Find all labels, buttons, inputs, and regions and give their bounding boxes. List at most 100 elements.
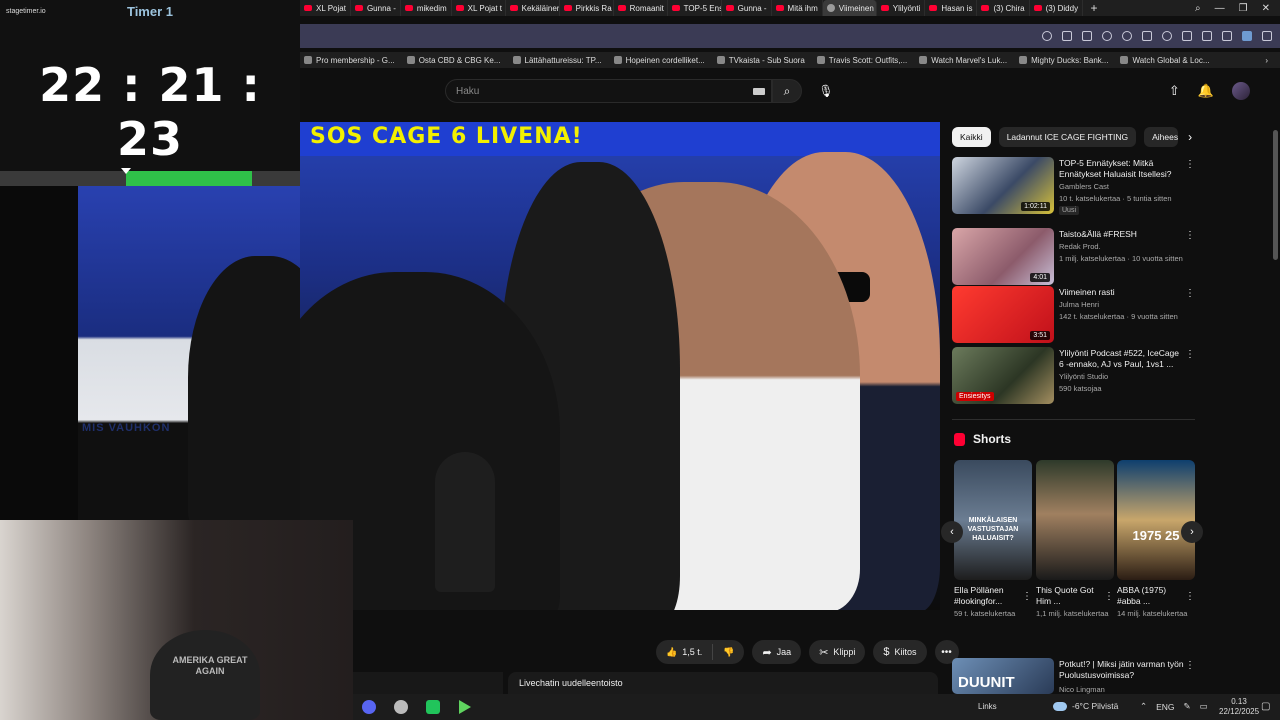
- bookmark-item[interactable]: Pro membership - G...: [304, 56, 395, 65]
- bookmark-item[interactable]: TVkaista - Sub Suora: [716, 56, 805, 65]
- heart-icon[interactable]: [1162, 31, 1172, 41]
- play-icon[interactable]: [1142, 31, 1152, 41]
- more-bookmarks-icon[interactable]: ›: [1265, 56, 1280, 65]
- more-options-icon[interactable]: ⋮: [1185, 660, 1195, 671]
- more-options-icon[interactable]: ⋮: [1185, 591, 1195, 602]
- pen-icon[interactable]: ✎: [1184, 701, 1191, 712]
- keyboard-icon[interactable]: [753, 88, 765, 95]
- bookmark-label: Travis Scott: Outfits,...: [828, 55, 908, 65]
- share-button[interactable]: ➦ Jaa: [752, 640, 802, 664]
- new-tab-button[interactable]: +: [1083, 1, 1105, 15]
- language-indicator[interactable]: ENG: [1156, 702, 1174, 712]
- chevron-right-icon[interactable]: ›: [1188, 130, 1192, 144]
- bookmark-item[interactable]: Watch Marvel's Luk...: [919, 56, 1007, 65]
- browser-tab[interactable]: TOP-5 Ens: [668, 0, 722, 16]
- menu-icon[interactable]: [1202, 31, 1212, 41]
- links-toolbar[interactable]: Links: [978, 702, 997, 711]
- browser-tab[interactable]: Ylilyönti: [877, 0, 926, 16]
- weather-widget[interactable]: -6°C Pilvistä: [1053, 701, 1118, 711]
- chevron-up-icon[interactable]: ⌃: [1140, 701, 1147, 712]
- taskbar-app-green[interactable]: [417, 694, 449, 720]
- video-duration: 1:02:11: [1021, 202, 1050, 211]
- search-tabs-icon[interactable]: ⌕: [1195, 3, 1201, 14]
- screenshot-icon[interactable]: [1062, 31, 1072, 41]
- notification-icon[interactable]: ▢: [1261, 701, 1270, 712]
- cap-text: AMERIKA GREAT AGAIN: [172, 655, 248, 676]
- browser-tab[interactable]: Pirkkis Ra: [560, 0, 614, 16]
- browser-tab[interactable]: XL Pojat: [300, 0, 351, 16]
- more-options-icon[interactable]: ⋮: [1022, 591, 1032, 602]
- scrollbar-thumb[interactable]: [1273, 130, 1278, 260]
- video-title: TOP-5 Ennätykset: Mitkä Ennätykset Halua…: [1059, 158, 1172, 179]
- taskbar-app-discord[interactable]: [353, 694, 385, 720]
- filter-chip[interactable]: Ladannut ICE CAGE FIGHTING: [998, 127, 1137, 147]
- voice-search-button[interactable]: 🎙: [814, 79, 838, 103]
- browser-tab[interactable]: Kekäläinen: [506, 0, 560, 16]
- filter-chip[interactable]: Kaikki: [952, 127, 991, 147]
- youtube-icon: [880, 5, 889, 11]
- close-icon[interactable]: ✕: [1262, 3, 1270, 14]
- recommendation-item[interactable]: 4:01 Taisto&Ällä #FRESH Redak Prod. 1 milj.…: [952, 228, 1202, 286]
- more-options-icon[interactable]: ⋮: [1185, 159, 1195, 170]
- window-controls: ⌕ — ❐ ✕: [1195, 3, 1280, 14]
- browser-tab[interactable]: Gunna -: [351, 0, 401, 16]
- account-icon[interactable]: [1222, 31, 1232, 41]
- bell-icon[interactable]: 🔔: [1198, 83, 1214, 99]
- minimize-icon[interactable]: —: [1215, 3, 1225, 14]
- bookmark-item[interactable]: Lättähattureissu: TP...: [512, 56, 602, 65]
- shield-icon[interactable]: [1102, 31, 1112, 41]
- sidebar-icon[interactable]: [1262, 31, 1272, 41]
- like-button[interactable]: 👍 1,5 t.: [656, 640, 712, 664]
- more-options-icon[interactable]: ⋮: [1185, 349, 1195, 360]
- search-page-icon[interactable]: [1042, 31, 1052, 41]
- home-icon[interactable]: [1082, 31, 1092, 41]
- bookmark-item[interactable]: Mighty Ducks: Bank...: [1019, 56, 1108, 65]
- extension-icon[interactable]: [1242, 31, 1252, 41]
- dislike-button[interactable]: 👎: [713, 640, 744, 664]
- shorts-prev-button[interactable]: ‹: [941, 521, 963, 543]
- system-clock[interactable]: 0.13 22/12/2025: [1219, 697, 1259, 717]
- upload-icon[interactable]: ⇧: [1169, 83, 1180, 99]
- chat-replay-bar[interactable]: Livechatin uudelleentoisto: [508, 672, 938, 694]
- thumbs-up-icon: 👍: [666, 646, 678, 657]
- recommendation-item[interactable]: 3:51 Viimeinen rasti Julma Henri 142 t. kat…: [952, 286, 1202, 344]
- thanks-button[interactable]: $ Kiitos: [873, 640, 927, 664]
- short-item[interactable]: MINKÄLAISEN VASTUSTAJAN HALUAISIT? Ella P…: [954, 460, 1032, 619]
- avatar[interactable]: [1232, 82, 1250, 100]
- filter-chip[interactable]: Aiheeseen: [1144, 127, 1179, 147]
- settings-icon[interactable]: [1122, 31, 1132, 41]
- taskbar-app-obs[interactable]: [385, 694, 417, 720]
- browser-tab[interactable]: (3) Diddy: [1030, 0, 1084, 16]
- network-icon[interactable]: ▭: [1200, 701, 1208, 712]
- browser-tab[interactable]: Gunna -: [722, 0, 772, 16]
- download-icon[interactable]: [1182, 31, 1192, 41]
- timer-progress-fill: [126, 171, 252, 186]
- bookmarks-bar: Pro membership - G... Osta CBD & CBG Ke..…: [300, 52, 1280, 68]
- search-button[interactable]: ⌕: [772, 79, 802, 103]
- browser-tab[interactable]: (3) Chira: [977, 0, 1030, 16]
- bookmark-item[interactable]: Osta CBD & CBG Ke...: [406, 56, 501, 65]
- new-badge: Uusi: [1059, 206, 1080, 215]
- scrollbar[interactable]: [1273, 112, 1278, 702]
- browser-tab[interactable]: Viimeinen ra: [822, 0, 877, 16]
- browser-tab[interactable]: Hasan is: [925, 0, 978, 16]
- recommendation-item[interactable]: Ensiesitys Ylilyönti Podcast #522, IceCag…: [952, 347, 1202, 405]
- shorts-next-button[interactable]: ›: [1181, 521, 1203, 543]
- bookmark-item[interactable]: Travis Scott: Outfits,...: [816, 55, 908, 65]
- recommendation-item[interactable]: 1:02:11 TOP-5 Ennätykset: Mitkä Ennätykse…: [952, 157, 1202, 215]
- more-options-icon[interactable]: ⋮: [1185, 288, 1195, 299]
- taskbar-app-media[interactable]: [449, 694, 481, 720]
- short-item[interactable]: This Quote Got Him ... 1,1 milj. katseluk…: [1036, 460, 1114, 619]
- browser-tab[interactable]: mikedim: [401, 0, 452, 16]
- more-options-icon[interactable]: ⋮: [1104, 591, 1114, 602]
- video-player[interactable]: SOS CAGE 6 LIVENA!: [300, 122, 940, 610]
- clip-button[interactable]: ✂ Klippi: [809, 640, 866, 664]
- more-options-icon[interactable]: ⋮: [1185, 230, 1195, 241]
- browser-tab[interactable]: XL Pojat t: [452, 0, 506, 16]
- bookmark-item[interactable]: Hopeinen cordelliket...: [613, 56, 705, 65]
- browser-tab[interactable]: Mitä ihm: [772, 0, 823, 16]
- search-input[interactable]: Haku: [445, 79, 772, 103]
- browser-tab[interactable]: Romaanit: [614, 0, 668, 16]
- restore-icon[interactable]: ❐: [1239, 3, 1248, 14]
- bookmark-item[interactable]: Watch Global & Loc...: [1120, 56, 1210, 65]
